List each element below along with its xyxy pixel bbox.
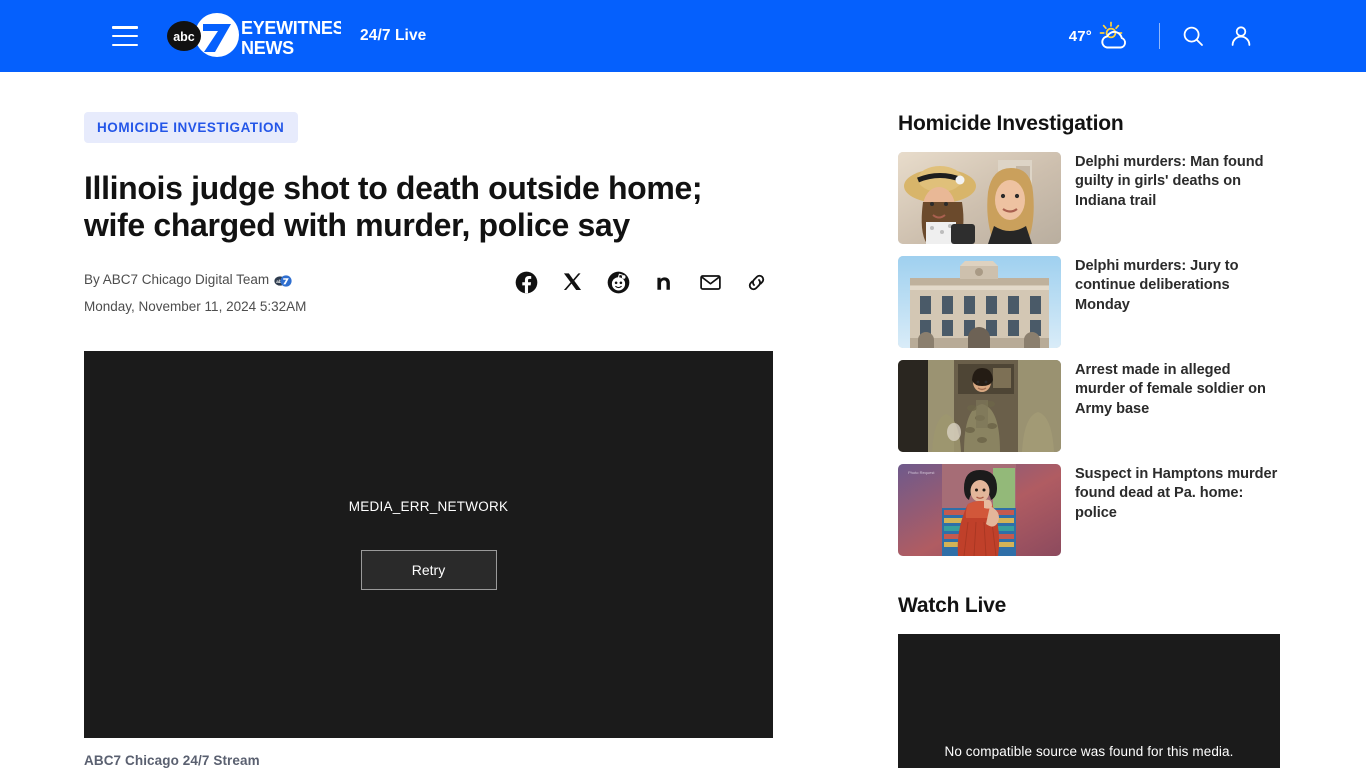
list-item[interactable]: Arrest made in alleged murder of female … — [898, 360, 1280, 452]
svg-text:abc: abc — [173, 30, 195, 44]
article-video-player[interactable]: MEDIA_ERR_NETWORK Retry — [84, 351, 773, 739]
email-icon[interactable] — [698, 270, 722, 294]
watch-live-player[interactable]: No compatible source was found for this … — [898, 634, 1280, 768]
page-body: HOMICIDE INVESTIGATION Illinois judge sh… — [0, 72, 1366, 768]
hamburger-bar — [112, 43, 138, 46]
courthouse-photo — [898, 256, 1061, 348]
rail-item-headline: Arrest made in alleged murder of female … — [1075, 362, 1266, 417]
article-timestamp: Monday, November 11, 2024 5:32AM — [84, 299, 307, 315]
watch-live-error-message: No compatible source was found for this … — [944, 744, 1234, 759]
site-header: abc EYEWITNESS NEWS 24/7 Live 47° — [0, 0, 1366, 72]
article-column: HOMICIDE INVESTIGATION Illinois judge sh… — [84, 112, 774, 768]
share-row — [514, 268, 774, 294]
list-item[interactable]: Delphi murders: Man found guilty in girl… — [898, 152, 1280, 244]
rail-thumbnail-woman-red-dress: Photo Request — [898, 464, 1061, 556]
hamburger-bar — [112, 34, 138, 38]
copy-link-icon[interactable] — [744, 270, 768, 294]
abc7-logo-svg: abc EYEWITNESS NEWS — [167, 13, 341, 58]
byline-block: By ABC7 Chicago Digital Team abc Monday,… — [84, 268, 306, 318]
reddit-glyph — [607, 271, 629, 294]
reddit-icon[interactable] — [606, 270, 630, 294]
header-right-group: 47° — [1069, 0, 1253, 72]
soldier-photo — [898, 360, 1061, 452]
link-glyph — [748, 274, 764, 290]
svg-text:EYEWITNESS: EYEWITNESS — [241, 18, 341, 38]
right-rail: Homicide Investigation Delphi murders: M… — [898, 112, 1280, 768]
user-account-icon[interactable] — [1229, 24, 1253, 48]
weather-widget[interactable]: 47° — [1069, 21, 1133, 51]
x-twitter-icon[interactable] — [560, 270, 584, 294]
category-badge[interactable]: HOMICIDE INVESTIGATION — [84, 112, 299, 143]
x-glyph — [563, 273, 581, 290]
video-caption: ABC7 Chicago 24/7 Stream — [84, 753, 260, 768]
abc7-eyewitness-news-logo[interactable]: abc EYEWITNESS NEWS — [165, 13, 341, 59]
hamburger-bar — [112, 26, 138, 29]
two-girls-photo — [898, 152, 1061, 244]
byline-author[interactable]: By ABC7 Chicago Digital Team — [84, 270, 269, 291]
rail-thumbnail-two-girls — [898, 152, 1061, 244]
nextdoor-icon[interactable] — [652, 270, 676, 294]
rail-thumbnail-courthouse — [898, 256, 1061, 348]
list-item[interactable]: Delphi murders: Jury to continue deliber… — [898, 256, 1280, 348]
article-meta-row: By ABC7 Chicago Digital Team abc Monday,… — [84, 268, 774, 318]
rail-section-title: Homicide Investigation — [898, 112, 1124, 135]
list-item[interactable]: Photo Request Suspect in Hamptons murder… — [898, 464, 1280, 556]
rail-item-headline: Suspect in Hamptons murder found dead at… — [1075, 466, 1278, 521]
nextdoor-glyph — [656, 277, 670, 290]
header-divider — [1159, 23, 1160, 49]
rail-thumbnail-soldier — [898, 360, 1061, 452]
abc7-chip-glyph: abc — [274, 275, 292, 287]
video-error-message: MEDIA_ERR_NETWORK — [348, 499, 509, 515]
rail-item-headline: Delphi murders: Jury to continue deliber… — [1075, 258, 1239, 313]
byline: By ABC7 Chicago Digital Team abc — [84, 270, 306, 291]
svg-text:NEWS: NEWS — [241, 38, 294, 58]
woman-in-red-dress-photo: Photo Request — [898, 464, 1061, 556]
rail-item-headline: Delphi murders: Man found guilty in girl… — [1075, 154, 1264, 209]
sun-behind-cloud-icon — [1099, 21, 1126, 49]
abc7-logo-icon: abc — [274, 274, 292, 288]
facebook-glyph — [515, 271, 537, 294]
watch-live-title: Watch Live — [898, 594, 1007, 617]
facebook-icon[interactable] — [514, 270, 538, 294]
user-glyph — [1231, 26, 1251, 46]
weather-temperature: 47° — [1068, 27, 1092, 45]
svg-text:Photo Request: Photo Request — [908, 470, 935, 475]
live-stream-link[interactable]: 24/7 Live — [360, 27, 426, 45]
search-glyph — [1183, 26, 1203, 46]
search-icon[interactable] — [1182, 25, 1204, 47]
hamburger-menu-icon[interactable] — [112, 26, 138, 46]
page-title: Illinois judge shot to death outside hom… — [84, 170, 703, 244]
email-glyph — [699, 274, 721, 290]
video-retry-button[interactable]: Retry — [360, 550, 497, 591]
